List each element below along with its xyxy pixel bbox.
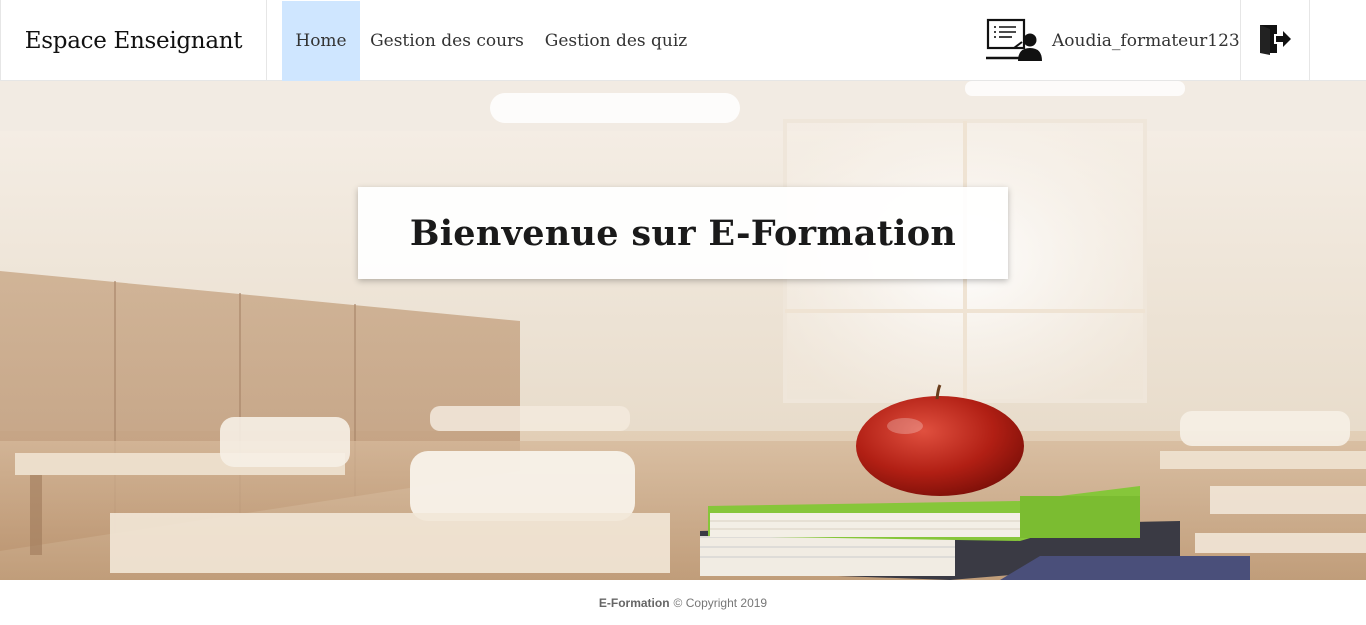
page-footer: E-Formation © Copyright 2019: [0, 580, 1366, 625]
logout-button[interactable]: [1240, 0, 1310, 81]
top-navbar: Espace Enseignant Home Gestion des cours…: [0, 0, 1366, 81]
footer-copyright: © Copyright 2019: [673, 595, 768, 610]
classroom-background-image: [0, 81, 1366, 580]
teacher-icon: [986, 17, 1044, 65]
welcome-panel: Bienvenue sur E-Formation: [358, 187, 1008, 279]
footer-brand: E-Formation: [598, 595, 670, 610]
nav-quiz-link[interactable]: Gestion des quiz: [534, 0, 698, 81]
brand-title[interactable]: Espace Enseignant: [0, 0, 267, 81]
welcome-title: Bienvenue sur E-Formation: [409, 212, 957, 254]
hero-banner: Bienvenue sur E-Formation: [0, 81, 1366, 580]
user-name: Aoudia_formateur123: [1052, 30, 1240, 51]
logout-icon: [1258, 22, 1292, 60]
nav-courses-link[interactable]: Gestion des cours: [363, 0, 531, 81]
nav-home-link[interactable]: Home: [282, 1, 360, 81]
user-profile[interactable]: Aoudia_formateur123: [978, 0, 1240, 81]
